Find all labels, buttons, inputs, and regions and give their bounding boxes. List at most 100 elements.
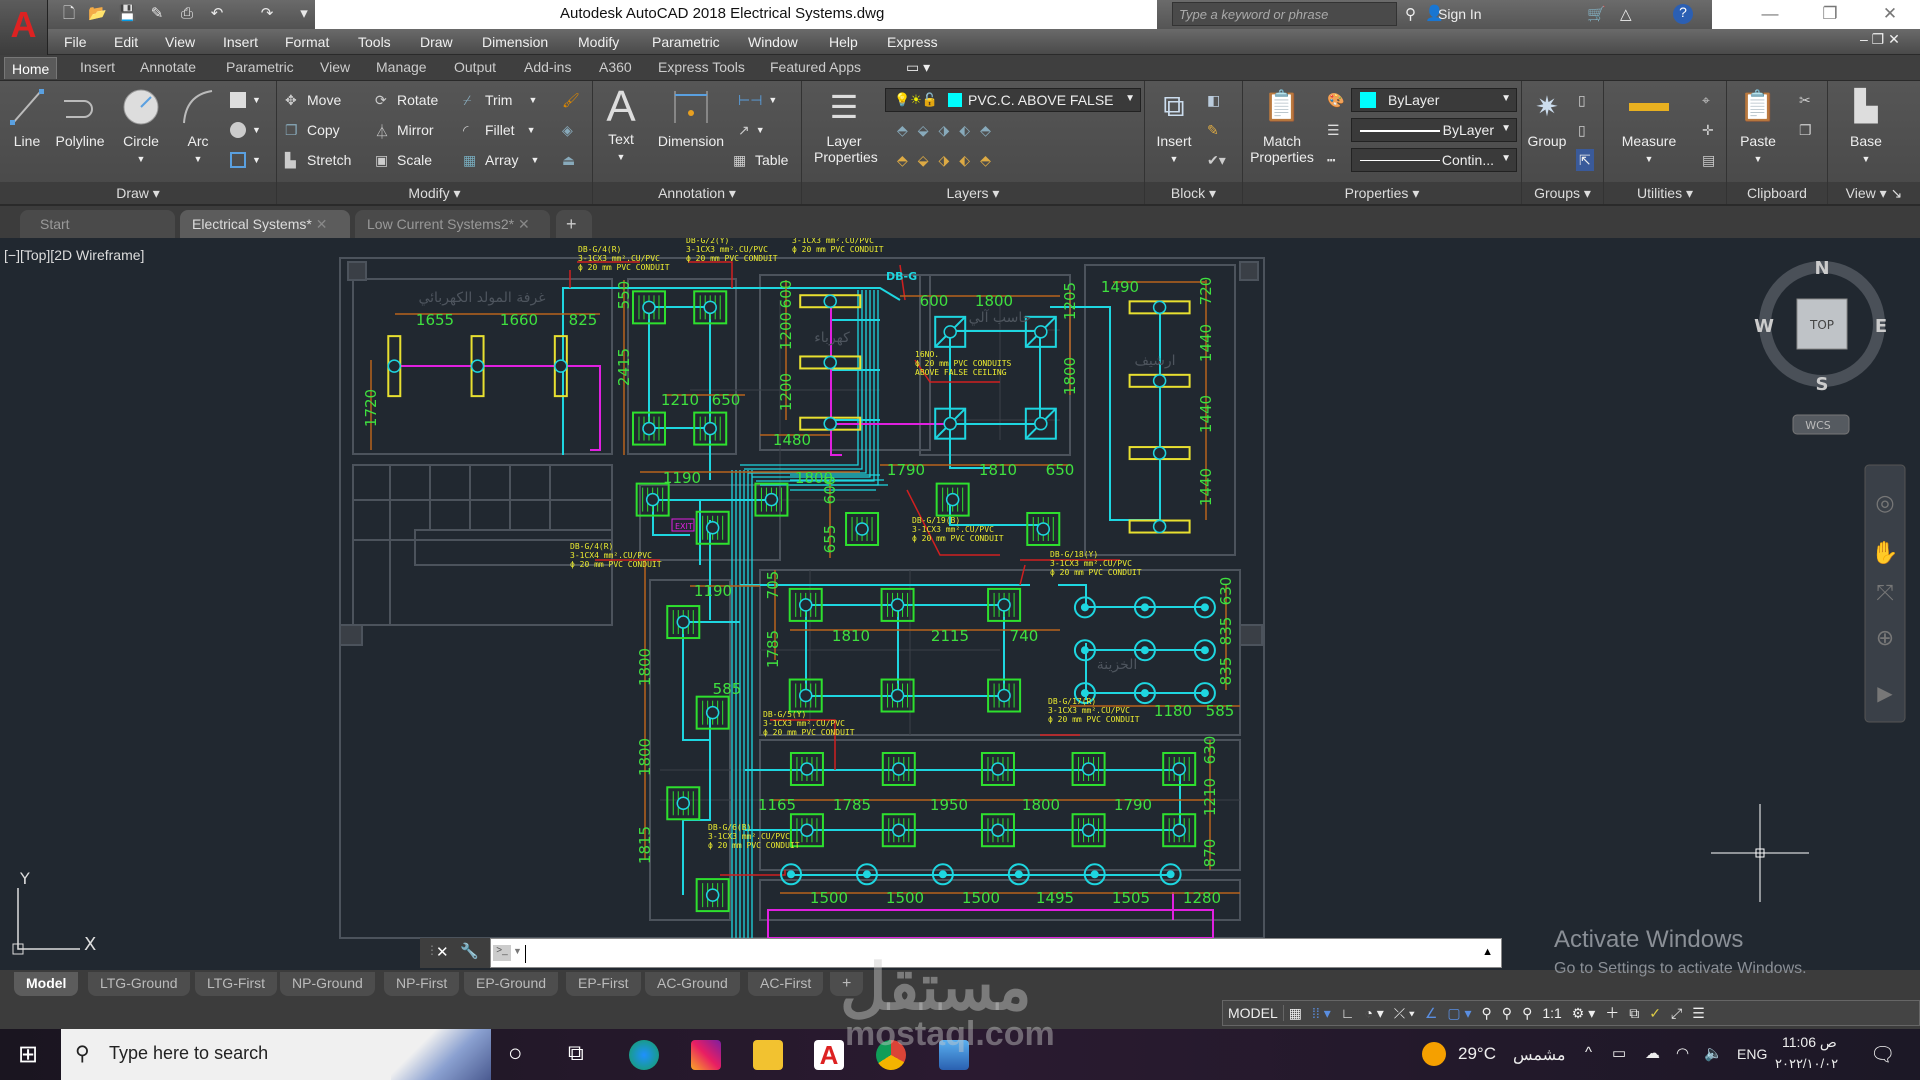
menu-format[interactable]: Format <box>285 34 329 50</box>
move-button[interactable]: ✥ Move <box>285 89 341 111</box>
match-brush-icon[interactable]: 🖌 <box>562 89 580 111</box>
calculator-icon[interactable]: ▤ <box>1702 149 1715 171</box>
quick-properties-icon[interactable]: ✓ <box>1644 1005 1666 1022</box>
menu-insert[interactable]: Insert <box>223 34 258 50</box>
hatch-button[interactable]: ▼ <box>230 119 261 141</box>
keyword-search-input[interactable]: Type a keyword or phrase <box>1172 2 1397 26</box>
explode-icon[interactable]: ◈ <box>562 119 573 141</box>
layout-tab-ac-first[interactable]: AC-First <box>748 972 824 996</box>
boundary-button[interactable]: ▼ <box>230 149 261 171</box>
table-button[interactable]: ▦ Table <box>733 149 788 171</box>
tab-output[interactable]: Output <box>450 59 500 81</box>
layout-tab-ltg-first[interactable]: LTG-First <box>195 972 278 996</box>
point-icon[interactable]: ✛ <box>1702 119 1714 141</box>
viewport-controls[interactable]: [−][Top][2D Wireframe] <box>4 247 144 263</box>
close-tab-icon[interactable]: ✕ <box>518 216 530 232</box>
recent-commands-dropdown[interactable]: ▼ <box>513 946 522 956</box>
windows-start-icon[interactable]: ⊞ <box>18 1040 38 1069</box>
weather-sun-icon[interactable] <box>1422 1042 1446 1066</box>
notifications-icon[interactable]: 🗨 <box>1870 1042 1895 1067</box>
customization-menu-icon[interactable]: ☰ <box>1687 1005 1710 1022</box>
annotation-visibility-icon[interactable]: ⚲ <box>1477 1005 1497 1022</box>
menu-express[interactable]: Express <box>887 34 938 50</box>
text-button[interactable]: A Text ▼ <box>601 85 641 165</box>
cortana-icon[interactable]: ○ <box>508 1040 523 1068</box>
showmotion-icon[interactable]: ▶ <box>1877 683 1893 705</box>
weather-temperature[interactable]: 29°C <box>1458 1044 1496 1064</box>
group-button[interactable]: ✷ Group <box>1524 87 1570 149</box>
new-tab-button[interactable]: + <box>556 210 592 238</box>
layout-tab-np-ground[interactable]: NP-Ground <box>280 972 375 996</box>
linetype-dropdown[interactable]: Contin... <box>1351 148 1517 172</box>
compass-n[interactable]: N <box>1814 258 1829 279</box>
task-view-icon[interactable]: ⧉ <box>568 1040 584 1066</box>
snap-mode-icon[interactable]: ⁞⁞ ▾ <box>1307 1005 1336 1022</box>
menu-file[interactable]: File <box>64 34 87 50</box>
arc-button[interactable]: Arc ▼ <box>176 87 220 167</box>
print-icon[interactable]: ⎙ <box>178 5 196 23</box>
tab-add-ins[interactable]: Add-ins <box>520 59 575 81</box>
clock-time[interactable]: 11:06 ص <box>1782 1034 1837 1051</box>
file-tab-start[interactable]: Start <box>20 210 175 238</box>
weather-condition[interactable]: مشمس <box>1513 1045 1566 1065</box>
orbit-icon[interactable]: ⊕ <box>1876 625 1894 650</box>
menu-dimension[interactable]: Dimension <box>482 34 548 50</box>
ungroup-icon[interactable]: ▯ <box>1578 89 1586 111</box>
doc-window-controls[interactable]: – ❐ ✕ <box>1860 31 1900 48</box>
open-icon[interactable]: 📂 <box>88 5 107 23</box>
file-tab-electrical-systems[interactable]: Electrical Systems* ✕ <box>180 210 350 238</box>
file-explorer-icon[interactable] <box>753 1040 783 1070</box>
ribbon-minimize-icon[interactable]: ▭ ▾ <box>902 59 934 81</box>
minimize-button[interactable]: — <box>1755 4 1785 24</box>
save-icon[interactable]: 💾 <box>118 5 137 23</box>
model-space-button[interactable]: MODEL <box>1223 1005 1284 1021</box>
paste-button[interactable]: 📋 Paste ▼ <box>1733 87 1783 167</box>
fillet-button[interactable]: ◜ Fillet ▼ <box>463 119 535 141</box>
menu-help[interactable]: Help <box>829 34 858 50</box>
sign-in-button[interactable]: Sign In <box>1438 6 1482 22</box>
units-icon[interactable]: ⧉ <box>1624 1005 1644 1022</box>
polar-tracking-icon[interactable]: ◔ ▾ <box>1359 1005 1388 1022</box>
compass-w[interactable]: W <box>1754 316 1774 337</box>
file-tab-low-current[interactable]: Low Current Systems2* ✕ <box>355 210 550 238</box>
tab-manage[interactable]: Manage <box>372 59 431 81</box>
command-history-icon[interactable]: ▲ <box>1482 946 1493 958</box>
scale-button[interactable]: ▣ Scale <box>375 149 432 171</box>
volume-icon[interactable]: 🔈 <box>1704 1044 1723 1062</box>
edit-block-icon[interactable]: ✎ <box>1207 119 1219 141</box>
polyline-button[interactable]: Polyline <box>50 87 110 149</box>
lineweight-dropdown[interactable]: ByLayer <box>1351 118 1517 142</box>
menu-parametric[interactable]: Parametric <box>652 34 720 50</box>
maximize-button[interactable]: ❐ <box>1815 4 1845 24</box>
help-icon[interactable]: ? <box>1673 4 1693 24</box>
grid-display-icon[interactable]: ▦ <box>1284 1005 1307 1022</box>
command-prompt-icon[interactable]: >_ <box>493 945 511 961</box>
circle-button[interactable]: Circle ▼ <box>116 87 166 167</box>
group-select-icon[interactable]: ⇱ <box>1576 149 1594 171</box>
layer-dropdown[interactable]: 💡☀🔓 PVC.C. ABOVE FALSE <box>885 88 1141 112</box>
exchange-icon[interactable]: △ <box>1620 5 1632 23</box>
tab-annotate[interactable]: Annotate <box>136 59 200 81</box>
customize-wrench-icon[interactable]: 🔧 <box>460 942 479 960</box>
menu-draw[interactable]: Draw <box>420 34 453 50</box>
trim-button[interactable]: ⌿ Trim ▼ <box>463 89 537 111</box>
compass-s[interactable]: S <box>1816 374 1829 395</box>
tab-express-tools[interactable]: Express Tools <box>654 59 749 81</box>
view-panel-label[interactable]: View ▾ ↘ <box>1828 182 1920 204</box>
layout-tab-ep-first[interactable]: EP-First <box>566 972 641 996</box>
auto-scale-icon[interactable]: ⚲ <box>1497 1005 1517 1022</box>
array-button[interactable]: ▦ Array ▼ <box>463 149 539 171</box>
copy-clip-icon[interactable]: ❐ <box>1799 119 1812 141</box>
language-indicator[interactable]: ENG <box>1737 1046 1767 1062</box>
menu-modify[interactable]: Modify <box>578 34 619 50</box>
menu-window[interactable]: Window <box>748 34 798 50</box>
measure-button[interactable]: Measure ▼ <box>1610 87 1688 167</box>
layer-properties-button[interactable]: ☰ Layer Properties <box>806 87 882 165</box>
autocad-taskbar-icon[interactable]: A <box>814 1040 844 1070</box>
zoom-extents-icon[interactable]: ⤧ <box>1876 580 1894 605</box>
clean-screen-icon[interactable]: ⤢ <box>1666 1005 1687 1022</box>
layout-tab-ac-ground[interactable]: AC-Ground <box>645 972 740 996</box>
object-snap-icon[interactable]: ▢ ▾ <box>1442 1005 1476 1022</box>
cart-icon[interactable]: 🛒 <box>1587 5 1606 23</box>
layout-tab-ltg-ground[interactable]: LTG-Ground <box>88 972 190 996</box>
